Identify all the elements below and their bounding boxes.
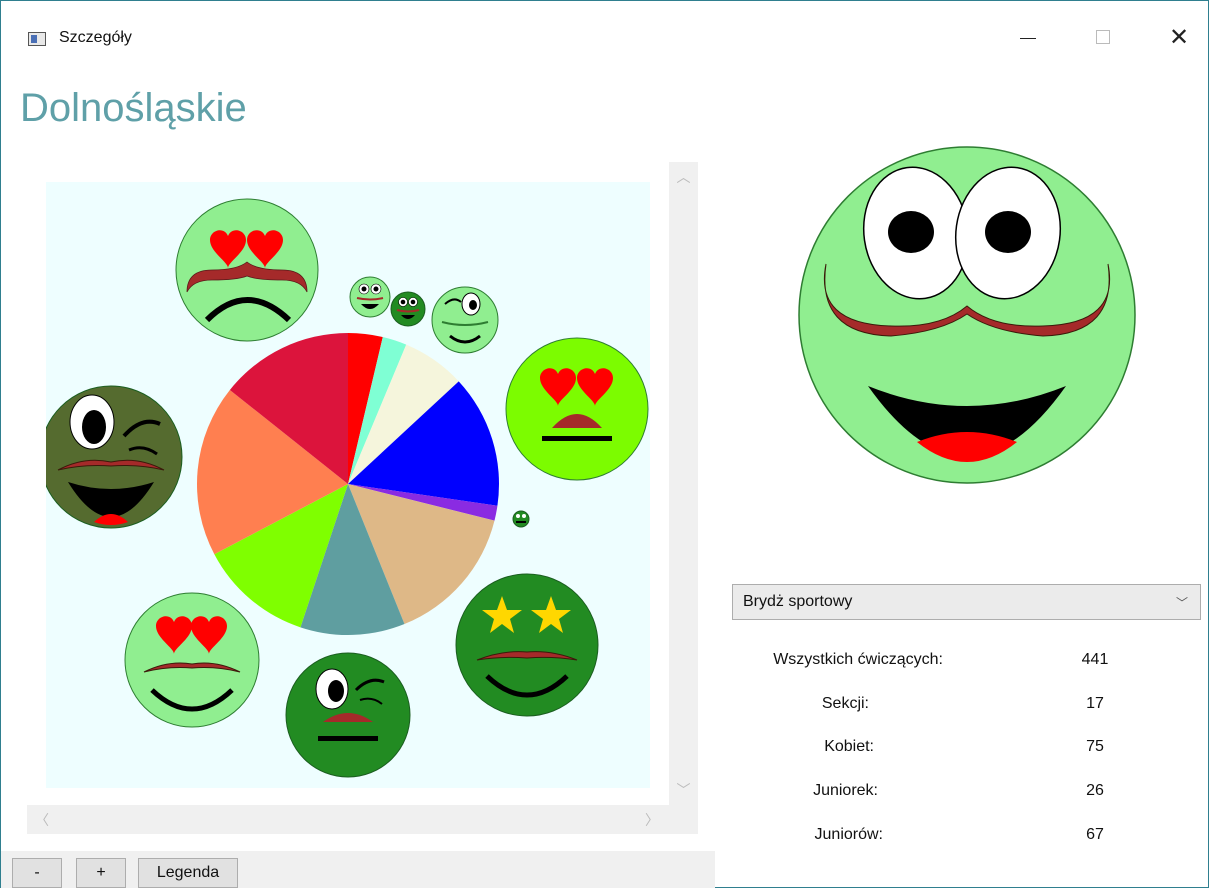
chevron-down-icon: ﹀ xyxy=(1175,596,1188,610)
face-tiny-2[interactable] xyxy=(390,291,426,327)
face-bottom-left-hearts[interactable] xyxy=(124,592,260,728)
stat-value-junior-men: 67 xyxy=(1086,826,1104,843)
face-small-wink[interactable] xyxy=(431,286,499,354)
face-top-left-hearts[interactable] xyxy=(175,198,319,342)
stat-value-women: 75 xyxy=(1086,738,1104,755)
zoom-toolbar: - + Legenda xyxy=(1,851,715,888)
face-tiny-1[interactable] xyxy=(349,276,391,318)
stat-value-junior-women: 26 xyxy=(1086,782,1104,799)
app-icon xyxy=(28,32,46,46)
discipline-select-value: Brydż sportowy xyxy=(743,593,853,610)
pie-chart xyxy=(46,198,649,778)
stat-label-women: Kobiet: xyxy=(824,738,874,755)
face-stars[interactable] xyxy=(455,573,599,717)
stat-label-sections: Sekcji: xyxy=(821,695,869,712)
chevron-left-icon[interactable]: 〈 xyxy=(29,805,55,834)
close-button[interactable]: ✕ xyxy=(1161,22,1197,52)
stat-label-junior-women: Juniorek: xyxy=(813,782,878,799)
face-left-dark-wink[interactable] xyxy=(46,385,183,529)
chart-scroll-viewer[interactable] xyxy=(27,162,669,805)
stat-label-total: Wszystkich ćwiczących: xyxy=(773,651,943,668)
window-title: Szczegóły xyxy=(59,29,132,46)
page-title: Dolnośląskie xyxy=(20,86,247,130)
legend-button[interactable]: Legenda xyxy=(138,858,238,888)
stat-label-junior-men: Juniorów: xyxy=(814,826,883,843)
face-dot[interactable] xyxy=(512,510,530,528)
chart-canvas xyxy=(46,182,650,788)
big-smiley-face xyxy=(798,146,1136,484)
face-right-hearts[interactable] xyxy=(505,337,649,481)
stat-value-sections: 17 xyxy=(1086,695,1104,712)
vertical-scrollbar[interactable]: ︿ ﹀ xyxy=(669,162,698,805)
face-bottom-wink[interactable] xyxy=(285,652,411,778)
horizontal-scrollbar[interactable]: 〈 〉 xyxy=(27,805,698,834)
discipline-select[interactable]: Brydż sportowy ﹀ xyxy=(732,584,1201,620)
chevron-down-icon[interactable]: ﹀ xyxy=(669,777,698,803)
zoom-in-button[interactable]: + xyxy=(76,858,126,888)
minimize-button[interactable] xyxy=(1010,22,1046,52)
zoom-out-button[interactable]: - xyxy=(12,858,62,888)
stat-value-total: 441 xyxy=(1081,651,1109,668)
chevron-up-icon[interactable]: ︿ xyxy=(669,164,698,190)
maximize-button[interactable] xyxy=(1085,22,1121,52)
chevron-right-icon[interactable]: 〉 xyxy=(639,805,665,834)
